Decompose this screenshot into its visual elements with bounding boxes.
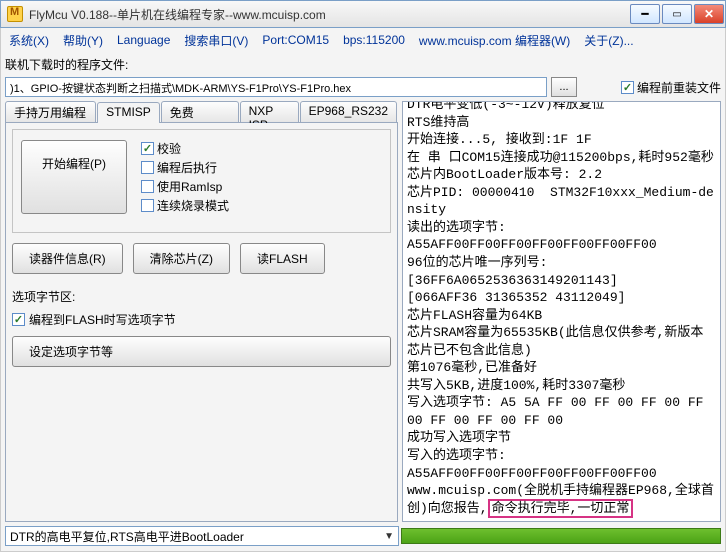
window-buttons: ━ ▭ ✕ [629,4,725,24]
read-info-button[interactable]: 读器件信息(R) [12,243,123,274]
log-panel[interactable]: RTS置高(+3~+12V),选择进入BootLoader...延时100毫秒D… [402,101,721,522]
reinstall-checkbox[interactable] [621,81,634,94]
option-byte-row: 编程到FLASH时写选项字节 [12,311,391,328]
write-option-label: 编程到FLASH时写选项字节 [29,311,176,328]
log-line: 成功写入选项字节 [407,429,716,447]
left-panel: 手持万用编程器 STMISP 免费STMIAP NXP ISP EP968_RS… [5,101,398,522]
minimize-button[interactable]: ━ [630,4,660,24]
erase-chip-button[interactable]: 清除芯片(Z) [133,243,230,274]
reset-mode-combo[interactable]: DTR的高电平复位,RTS高电平进BootLoader ▼ [5,526,399,546]
file-row: 联机下载时的程序文件: [5,56,721,73]
menu-bps[interactable]: bps:115200 [343,33,405,47]
log-line: 读出的选项字节: [407,219,716,237]
menu-language[interactable]: Language [117,33,170,47]
opt-verify-checkbox[interactable] [141,142,154,155]
menu-search-port[interactable]: 搜索串口(V) [184,32,248,49]
file-label: 联机下载时的程序文件: [5,56,128,73]
menu-bar: 系统(X) 帮助(Y) Language 搜索串口(V) Port:COM15 … [0,28,726,52]
log-line: 芯片SRAM容量为65535KB(此信息仅供参考,新版本芯片已不包含此信息) [407,324,716,359]
log-line: A55AFF00FF00FF00FF00FF00FF00FF00 [407,465,716,483]
start-program-button[interactable]: 开始编程(P) [21,140,127,214]
log-line: 芯片PID: 00000410 STM32F10xxx_Medium-densi… [407,184,716,219]
menu-port[interactable]: Port:COM15 [262,33,329,47]
progress-bar [401,528,721,544]
opt-runafter-label: 编程后执行 [157,159,217,176]
log-line: 共写入5KB,进度100%,耗时3307毫秒 [407,377,716,395]
log-line: [066AFF36 31365352 43112049] [407,289,716,307]
maximize-button[interactable]: ▭ [662,4,692,24]
footer: DTR的高电平复位,RTS高电平进BootLoader ▼ [5,525,721,547]
reset-mode-value: DTR的高电平复位,RTS高电平进BootLoader [10,528,244,545]
write-option-checkbox[interactable] [12,313,25,326]
log-line: [36FF6A0652536363149201143] [407,272,716,290]
opt-continuous-checkbox[interactable] [141,199,154,212]
opt-ramisp-checkbox[interactable] [141,180,154,193]
log-line-final: www.mcuisp.com(全脱机手持编程器EP968,全球首创)向您报告,命… [407,482,716,517]
menu-system[interactable]: 系统(X) [9,32,49,49]
tab-body: 开始编程(P) 校验 编程后执行 使用RamIsp 连续烧录模式 读器件信息(R… [5,123,398,522]
log-line: 开始连接...5, 接收到:1F 1F [407,131,716,149]
program-options: 校验 编程后执行 使用RamIsp 连续烧录模式 [141,140,229,214]
top-control: 开始编程(P) 校验 编程后执行 使用RamIsp 连续烧录模式 [12,129,391,233]
log-line: 写入的选项字节: [407,447,716,465]
reinstall-label: 编程前重装文件 [637,79,721,96]
log-line: 在 串 口COM15连接成功@115200bps,耗时952毫秒 [407,149,716,167]
log-line: DTR电平变低(-3~-12V)释放复位 [407,101,716,114]
tab-stmiap[interactable]: 免费STMIAP [161,101,239,122]
opt-verify-label: 校验 [157,140,181,157]
menu-help[interactable]: 帮助(Y) [63,32,103,49]
work-area: 手持万用编程器 STMISP 免费STMIAP NXP ISP EP968_RS… [5,101,721,522]
opt-ramisp-label: 使用RamIsp [157,178,222,195]
file-row2: )1、GPIO-按键状态判断之扫描式\MDK-ARM\YS-F1Pro\YS-F… [5,77,721,97]
option-byte-label: 选项字节区: [12,288,391,305]
window-title: FlyMcu V0.188--单片机在线编程专家--www.mcuisp.com [29,6,629,23]
opt-continuous-label: 连续烧录模式 [157,197,229,214]
log-line: 芯片内BootLoader版本号: 2.2 [407,166,716,184]
menu-site[interactable]: www.mcuisp.com 编程器(W) [419,32,570,49]
opt-runafter-checkbox[interactable] [141,161,154,174]
app-icon [7,6,23,22]
tab-handheld[interactable]: 手持万用编程器 [5,101,96,122]
log-line: 96位的芯片唯一序列号: [407,254,716,272]
chevron-down-icon: ▼ [384,531,394,542]
tab-stmisp[interactable]: STMISP [97,102,160,123]
read-flash-button[interactable]: 读FLASH [240,243,325,274]
action-buttons: 读器件信息(R) 清除芯片(Z) 读FLASH [12,243,391,274]
log-line: 写入选项字节: A5 5A FF 00 FF 00 FF 00 FF 00 FF… [407,394,716,429]
set-option-button[interactable]: 设定选项字节等 [12,336,391,367]
file-path-input[interactable]: )1、GPIO-按键状态判断之扫描式\MDK-ARM\YS-F1Pro\YS-F… [5,77,547,97]
tab-ep968[interactable]: EP968_RS232 [300,101,397,122]
tab-bar: 手持万用编程器 STMISP 免费STMIAP NXP ISP EP968_RS… [5,101,398,123]
log-line: A55AFF00FF00FF00FF00FF00FF00FF00 [407,236,716,254]
client-area: 联机下载时的程序文件: )1、GPIO-按键状态判断之扫描式\MDK-ARM\Y… [0,52,726,552]
browse-button[interactable]: ... [551,77,577,97]
title-bar: FlyMcu V0.188--单片机在线编程专家--www.mcuisp.com… [0,0,726,28]
log-line: 芯片FLASH容量为64KB [407,307,716,325]
log-line: 第1076毫秒,已准备好 [407,359,716,377]
log-line: RTS维持高 [407,114,716,132]
menu-about[interactable]: 关于(Z)... [584,32,633,49]
tab-nxp[interactable]: NXP ISP [240,101,299,122]
close-button[interactable]: ✕ [694,4,724,24]
